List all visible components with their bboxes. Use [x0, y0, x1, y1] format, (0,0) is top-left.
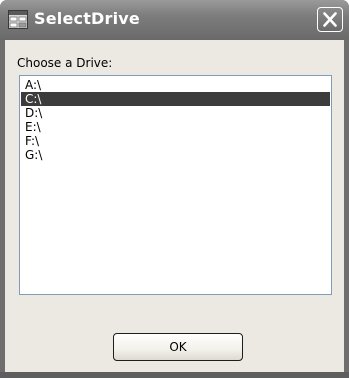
choose-drive-label: Choose a Drive:	[17, 56, 113, 70]
drive-list-item[interactable]: A:\	[21, 78, 330, 92]
drive-listbox[interactable]: A:\ C:\ D:\ E:\ F:\ G:\	[19, 75, 332, 295]
form-window-icon	[8, 10, 28, 29]
title-bar[interactable]: SelectDrive	[0, 0, 349, 40]
window-title: SelectDrive	[34, 9, 140, 28]
window-bottom-border	[0, 372, 349, 378]
drive-list-item[interactable]: F:\	[21, 134, 330, 148]
ok-button[interactable]: OK	[113, 333, 243, 361]
dialog-window: SelectDrive Choose a Drive: A:\ C:\ D:\ E:\…	[0, 0, 349, 378]
drive-list-item[interactable]: G:\	[21, 148, 330, 162]
close-x-icon	[323, 12, 337, 27]
close-button[interactable]	[317, 7, 343, 32]
drive-list-item[interactable]: E:\	[21, 120, 330, 134]
drive-list-item[interactable]: C:\	[21, 92, 330, 106]
dialog-client-area: Choose a Drive: A:\ C:\ D:\ E:\ F:\ G:\ OK	[5, 40, 344, 372]
drive-list-item[interactable]: D:\	[21, 106, 330, 120]
